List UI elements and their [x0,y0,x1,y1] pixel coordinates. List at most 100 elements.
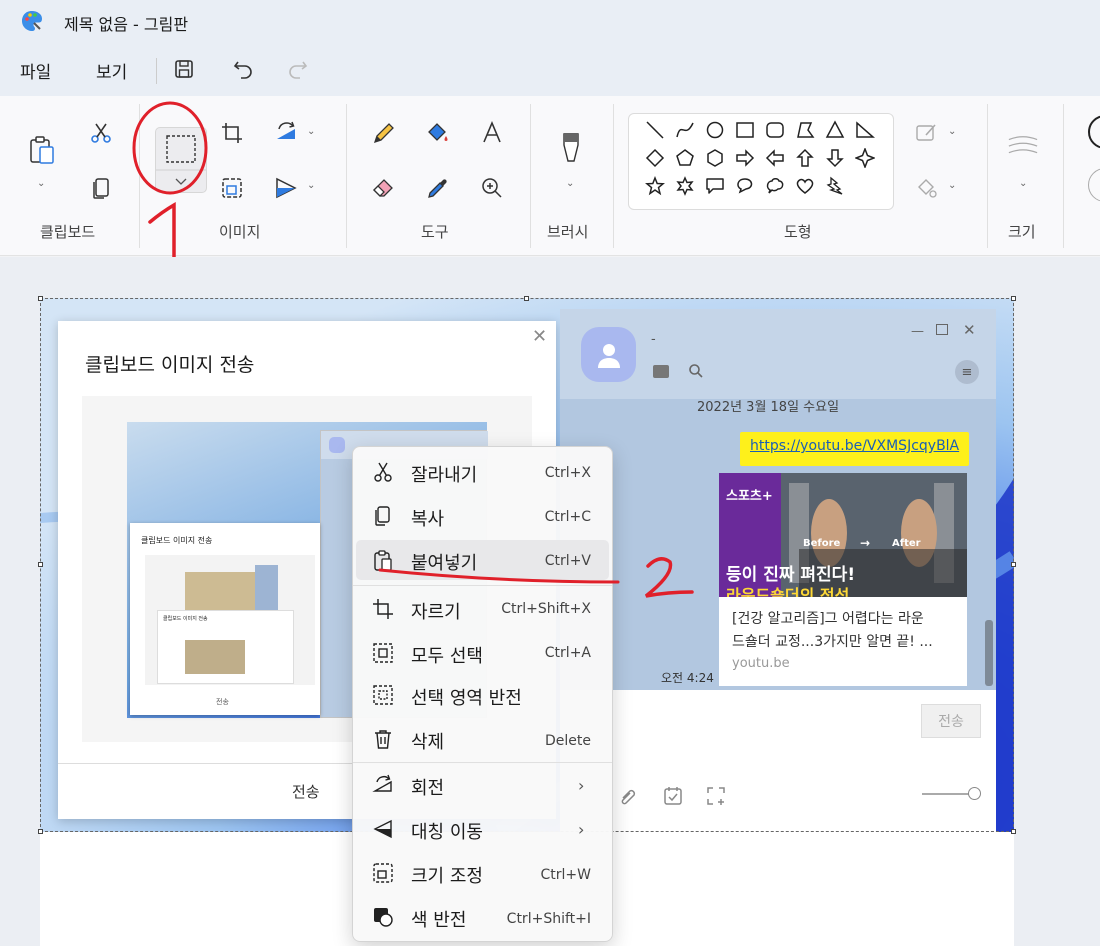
save-button[interactable] [170,55,198,83]
undo-icon [233,61,252,79]
group-label-shapes: 도형 [784,223,812,241]
paste-icon [30,136,54,164]
rounded-rectangle-shape-icon[interactable] [760,116,790,143]
outline-button[interactable] [911,117,943,149]
group-label-clipboard: 클립보드 [40,223,96,241]
menu-file[interactable]: 파일 [20,58,51,83]
ribbon-separator [346,104,347,248]
down-arrow-shape-icon[interactable] [820,144,850,171]
group-label-brush: 브러시 [547,223,589,241]
four-point-star-shape-icon[interactable] [850,144,880,171]
fill-button[interactable] [422,117,454,149]
up-arrow-shape-icon[interactable] [790,144,820,171]
resize-icon [222,178,242,198]
flip-button[interactable] [270,172,302,204]
stroke-size-icon [1008,136,1038,154]
shortcut-delete: Delete [545,733,591,749]
right-arrow-shape-icon[interactable] [730,144,760,171]
menu-divider [156,58,157,84]
pentagon-shape-icon[interactable] [670,144,700,171]
selection-handle[interactable] [1011,562,1016,567]
brush-button[interactable] [555,132,587,164]
shortcut-invert-color: Ctrl+Shift+I [506,911,591,927]
select-all-icon [372,642,394,664]
shortcut-select-all: Ctrl+A [544,645,591,661]
cloud-callout-shape-icon[interactable] [760,172,790,199]
paste-dropdown-icon[interactable]: ⌄ [37,178,45,189]
heart-shape-icon[interactable] [790,172,820,199]
paste-button[interactable] [26,134,58,166]
resize-icon [372,862,394,884]
size-button[interactable] [1007,132,1039,164]
oval-callout-shape-icon[interactable] [730,172,760,199]
outline-dropdown-icon[interactable]: ⌄ [948,126,956,137]
flip-icon [276,177,297,199]
text-button[interactable] [476,117,508,149]
copy-icon [93,178,109,199]
right-triangle-shape-icon[interactable] [850,116,880,143]
pencil-button[interactable] [368,117,400,149]
shape-fill-dropdown-icon[interactable]: ⌄ [948,180,956,191]
context-label-copy: 복사 [411,509,445,530]
selection-handle[interactable] [524,296,529,301]
shape-fill-button[interactable] [911,172,943,204]
lightning-shape-icon[interactable] [820,172,850,199]
rotate-dropdown-icon[interactable]: ⌄ [307,126,315,137]
pencil-icon [373,123,394,144]
selection-handle[interactable] [38,829,43,834]
annotation-number-2-mark [644,557,694,598]
redo-button[interactable] [283,55,311,83]
undo-button[interactable] [230,55,258,83]
context-label-select-all: 모두 선택 [411,646,483,667]
diamond-shape-icon[interactable] [640,144,670,171]
shortcut-copy: Ctrl+C [544,509,591,525]
rect-callout-shape-icon[interactable] [700,172,730,199]
size-dropdown-icon[interactable]: ⌄ [1019,178,1027,189]
group-label-size: 크기 [1008,223,1036,241]
ribbon-separator [987,104,988,248]
left-arrow-shape-icon[interactable] [760,144,790,171]
group-label-tools: 도구 [421,223,449,241]
context-label-resize: 크기 조정 [411,866,483,887]
flip-dropdown-icon[interactable]: ⌄ [307,180,315,191]
paint-bucket-icon [428,123,448,141]
five-point-star-shape-icon[interactable] [640,172,670,199]
submenu-arrow-rotate: › [578,776,585,795]
line-shape-icon[interactable] [640,116,670,143]
selection-handle[interactable] [38,296,43,301]
magnifier-button[interactable] [476,172,508,204]
resize-button[interactable] [216,172,248,204]
context-label-invert-color: 색 반전 [411,910,467,931]
menu-bar [0,44,1100,96]
eyedropper-icon [428,179,447,198]
color-picker-button[interactable] [422,172,454,204]
oval-shape-icon[interactable] [700,116,730,143]
brush-dropdown-icon[interactable]: ⌄ [566,178,574,189]
shortcut-resize: Ctrl+W [540,867,591,883]
crop-button[interactable] [216,117,248,149]
cut-button[interactable] [85,117,117,149]
shortcut-cut: Ctrl+X [544,465,591,481]
window-title: 제목 없음 - 그림판 [64,15,189,34]
polygon-shape-icon[interactable] [790,116,820,143]
scissors-icon [372,461,394,483]
menu-view[interactable]: 보기 [96,58,127,83]
context-label-invert-selection: 선택 영역 반전 [411,688,522,709]
copy-button[interactable] [85,172,117,204]
ribbon-separator [613,104,614,248]
text-tool-icon [483,120,501,143]
six-point-star-shape-icon[interactable] [670,172,700,199]
outline-pen-icon [916,124,936,141]
triangle-shape-icon[interactable] [820,116,850,143]
shape-fill-icon [918,179,937,198]
rotate-button[interactable] [270,117,302,149]
selection-handle[interactable] [1011,296,1016,301]
curve-shape-icon[interactable] [670,116,700,143]
context-label-flip: 대칭 이동 [411,822,483,843]
rectangle-shape-icon[interactable] [730,116,760,143]
eraser-button[interactable] [368,172,400,204]
selection-handle[interactable] [1011,829,1016,834]
context-label-cut: 잘라내기 [411,465,478,486]
hexagon-shape-icon[interactable] [700,144,730,171]
selection-handle[interactable] [38,562,43,567]
